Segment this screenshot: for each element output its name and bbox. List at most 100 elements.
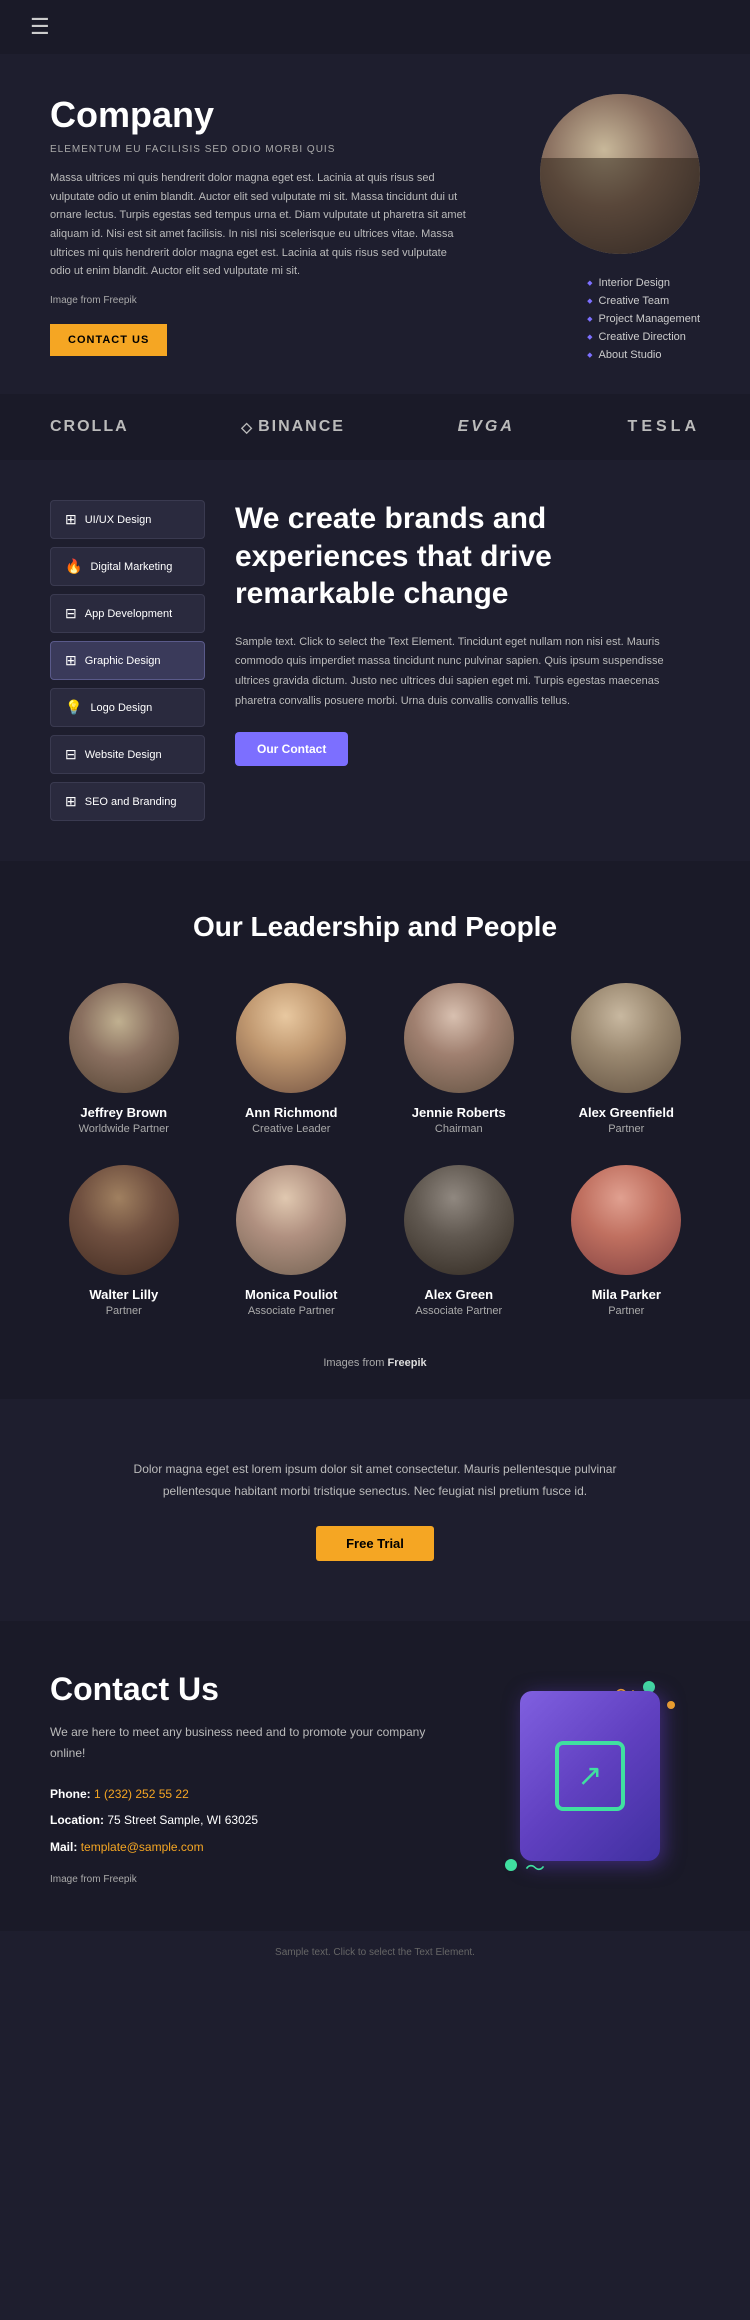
menu-icon[interactable]: ☰: [30, 14, 50, 39]
contact-left: Contact Us We are here to meet any busin…: [50, 1671, 460, 1885]
person-ann-richmond: Ann Richmond Creative Leader: [218, 983, 366, 1135]
link-creative-team[interactable]: Creative Team: [587, 292, 700, 310]
avatar-img-jeffrey: [69, 983, 179, 1093]
link-project-management[interactable]: Project Management: [587, 310, 700, 328]
person-mila-parker: Mila Parker Partner: [553, 1165, 701, 1317]
contact-section: Contact Us We are here to meet any busin…: [0, 1621, 750, 1931]
person-walter-lilly: Walter Lilly Partner: [50, 1165, 198, 1317]
person-role-alex-g: Partner: [608, 1123, 644, 1135]
avatar-img-alex-green: [404, 1165, 514, 1275]
brand-binance: BINANCE: [241, 418, 345, 436]
contact-location-row: Location: 75 Street Sample, WI 63025: [50, 1807, 460, 1833]
service-logo-design[interactable]: 💡Logo Design: [50, 688, 205, 727]
mail-value: template@sample.com: [81, 1840, 204, 1854]
person-name-walter: Walter Lilly: [89, 1287, 158, 1302]
contact-image-source: Image from Freepik: [50, 1874, 460, 1885]
location-value: 75 Street Sample, WI 63025: [107, 1813, 258, 1827]
avatar-img-mila: [571, 1165, 681, 1275]
contact-right: 〜 〜: [480, 1671, 700, 1891]
chart-body: [520, 1691, 660, 1861]
avatar-alex-green: [404, 1165, 514, 1275]
navbar: ☰: [0, 0, 750, 54]
service-app-dev[interactable]: ⊟App Development: [50, 594, 205, 633]
chart-arrow: [555, 1741, 625, 1811]
person-name-mila: Mila Parker: [592, 1287, 661, 1302]
avatar-img-ann: [236, 983, 346, 1093]
contact-title: Contact Us: [50, 1671, 460, 1708]
hero-links-list: Interior Design Creative Team Project Ma…: [587, 274, 700, 364]
services-buttons: ⊞UI/UX Design 🔥Digital Marketing ⊟App De…: [50, 500, 205, 821]
person-name-jennie: Jennie Roberts: [412, 1105, 506, 1120]
person-role-mila: Partner: [608, 1305, 644, 1317]
avatar-img-monica: [236, 1165, 346, 1275]
services-body: Sample text. Click to select the Text El…: [235, 633, 700, 712]
leadership-title: Our Leadership and People: [50, 911, 700, 943]
person-role-walter: Partner: [106, 1305, 142, 1317]
seo-icon: ⊞: [65, 793, 77, 810]
person-monica-pouliot: Monica Pouliot Associate Partner: [218, 1165, 366, 1317]
avatar-img-jennie: [404, 983, 514, 1093]
contact-intro: We are here to meet any business need an…: [50, 1722, 460, 1763]
brands-section: CROLLA BINANCE EVGA TESLA: [0, 394, 750, 460]
graphic-icon: ⊞: [65, 652, 77, 669]
freepik-link: Freepik: [388, 1357, 427, 1369]
footer: Sample text. Click to select the Text El…: [0, 1931, 750, 1974]
free-trial-button[interactable]: Free Trial: [316, 1526, 434, 1561]
person-name-alex-g: Alex Greenfield: [579, 1105, 674, 1120]
person-role-jeffrey: Worldwide Partner: [79, 1123, 169, 1135]
person-name-monica: Monica Pouliot: [245, 1287, 337, 1302]
contact-us-button[interactable]: CONTACT US: [50, 324, 167, 356]
hero-image-inner: [540, 94, 700, 254]
logo-icon: 💡: [65, 699, 82, 716]
mail-label: Mail:: [50, 1840, 77, 1854]
location-label: Location:: [50, 1813, 104, 1827]
person-role-monica: Associate Partner: [248, 1305, 335, 1317]
leadership-section: Our Leadership and People Jeffrey Brown …: [0, 861, 750, 1399]
person-name-ann: Ann Richmond: [245, 1105, 337, 1120]
deco-dot-3: [505, 1859, 517, 1871]
services-content: We create brands and experiences that dr…: [235, 500, 700, 821]
footer-text: Sample text. Click to select the Text El…: [50, 1947, 700, 1958]
avatar-walter: [69, 1165, 179, 1275]
our-contact-button[interactable]: Our Contact: [235, 732, 348, 766]
hero-title: Company: [50, 94, 470, 136]
brand-evga: EVGA: [458, 418, 515, 436]
hero-section: Company ELEMENTUM EU FACILISIS SED ODIO …: [0, 54, 750, 394]
app-icon: ⊟: [65, 605, 77, 622]
link-creative-direction[interactable]: Creative Direction: [587, 328, 700, 346]
service-graphic-design[interactable]: ⊞Graphic Design: [50, 641, 205, 680]
service-digital-marketing[interactable]: 🔥Digital Marketing: [50, 547, 205, 586]
avatar-monica: [236, 1165, 346, 1275]
leadership-image-note: Images from Freepik: [50, 1357, 700, 1369]
brand-crolla: CROLLA: [50, 418, 129, 436]
service-seo-branding[interactable]: ⊞SEO and Branding: [50, 782, 205, 821]
phone-value: 1 (232) 252 55 22: [94, 1787, 189, 1801]
person-role-jennie: Chairman: [435, 1123, 483, 1135]
hero-subtitle: ELEMENTUM EU FACILISIS SED ODIO MORBI QU…: [50, 144, 470, 155]
cta-body: Dolor magna eget est lorem ipsum dolor s…: [125, 1459, 625, 1502]
avatar-ann: [236, 983, 346, 1093]
service-website-design[interactable]: ⊟Website Design: [50, 735, 205, 774]
link-interior-design[interactable]: Interior Design: [587, 274, 700, 292]
person-name-jeffrey: Jeffrey Brown: [80, 1105, 167, 1120]
person-role-alex-green: Associate Partner: [415, 1305, 502, 1317]
uiux-icon: ⊞: [65, 511, 77, 528]
person-alex-greenfield: Alex Greenfield Partner: [553, 983, 701, 1135]
services-title: We create brands and experiences that dr…: [235, 500, 700, 613]
avatar-img-walter: [69, 1165, 179, 1275]
person-name-alex-green: Alex Green: [424, 1287, 493, 1302]
link-about-studio[interactable]: About Studio: [587, 346, 700, 364]
services-section: ⊞UI/UX Design 🔥Digital Marketing ⊟App De…: [0, 460, 750, 861]
deco-dot-2: [667, 1701, 675, 1709]
person-alex-green: Alex Green Associate Partner: [385, 1165, 533, 1317]
service-uiux[interactable]: ⊞UI/UX Design: [50, 500, 205, 539]
hero-right: Interior Design Creative Team Project Ma…: [500, 94, 700, 364]
cta-section: Dolor magna eget est lorem ipsum dolor s…: [0, 1399, 750, 1621]
contact-info: Phone: 1 (232) 252 55 22 Location: 75 St…: [50, 1781, 460, 1860]
avatar-img-alex-g: [571, 983, 681, 1093]
person-jeffrey-brown: Jeffrey Brown Worldwide Partner: [50, 983, 198, 1135]
contact-mail-row: Mail: template@sample.com: [50, 1834, 460, 1860]
person-role-ann: Creative Leader: [252, 1123, 330, 1135]
digital-icon: 🔥: [65, 558, 82, 575]
people-grid: Jeffrey Brown Worldwide Partner Ann Rich…: [50, 983, 700, 1317]
